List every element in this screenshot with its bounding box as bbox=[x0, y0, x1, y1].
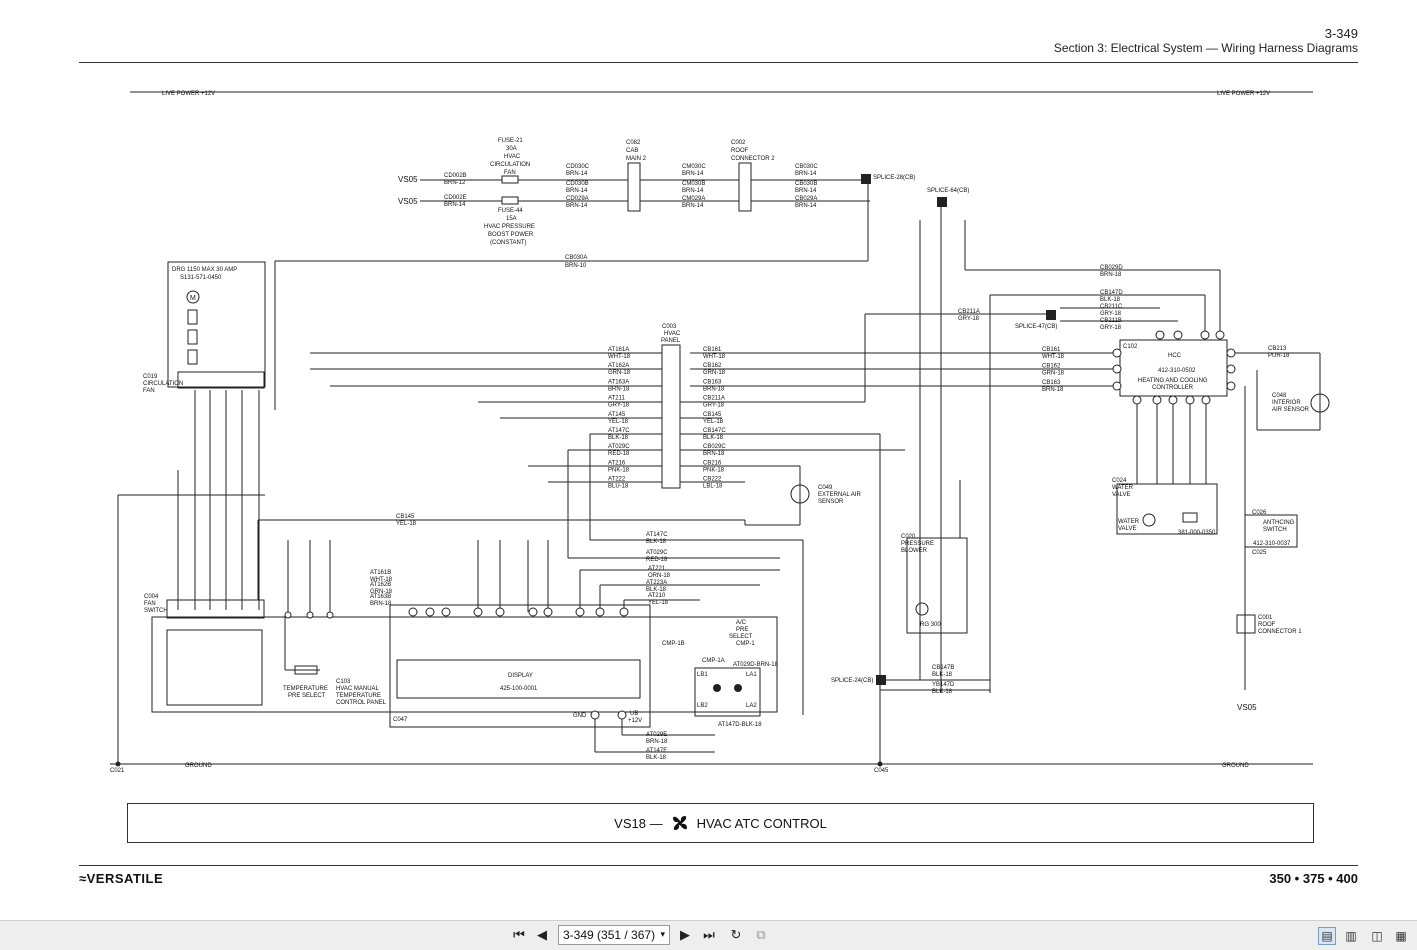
hcc-wire-label: CB163 BRN-18 bbox=[1042, 380, 1064, 393]
c019-label: C019 CIRCULATION FAN bbox=[143, 374, 185, 394]
chevron-down-icon[interactable]: ▾ bbox=[660, 929, 665, 940]
c003-right-wire-label: CB147C BLK-18 bbox=[703, 428, 726, 441]
svg-text:M: M bbox=[190, 295, 196, 302]
first-page-icon[interactable]: ⏮ bbox=[510, 926, 528, 944]
model-numbers: 350 • 375 • 400 bbox=[1269, 871, 1358, 886]
svg-text:C021: C021 bbox=[110, 768, 125, 774]
two-page-continuous-view-icon[interactable]: ▦ bbox=[1392, 927, 1410, 945]
c103-label: C103 HVAC MANUAL TEMPERATURE CONTROL PAN… bbox=[336, 679, 387, 706]
c003-right-wire-label: CB029C BRN-18 bbox=[703, 444, 726, 457]
c001-label: C001 ROOF CONNECTOR 1 bbox=[1258, 615, 1302, 635]
c003-right-wire-label: CB211A GRY-18 bbox=[703, 396, 725, 409]
vs05-top-label: VS05 bbox=[398, 175, 418, 184]
c003-right-wire-label: CB222 LBL-18 bbox=[703, 477, 723, 490]
c003-left-wire-label: AT161A WHT-18 bbox=[608, 347, 631, 360]
fuse21-label: FUSE-21 30A HVAC CIRCULATION FAN bbox=[490, 138, 532, 176]
svg-text:RG 300: RG 300 bbox=[920, 622, 941, 628]
diagram-title-block: VS18 — HVAC ATC CONTROL bbox=[127, 803, 1314, 843]
antifreeze-switch-label: ANTHCING SWITCH 412-310-0037 bbox=[1253, 520, 1296, 547]
logo-mark-icon: ≈ bbox=[79, 871, 87, 886]
c003-right-wire-label: CB216 PNK-18 bbox=[703, 460, 725, 473]
hcc-label: HCC 412-310-0502 HEATING AND COOLING CON… bbox=[1138, 353, 1209, 391]
c003-left-wire-label: AT145 YEL-18 bbox=[608, 412, 629, 425]
c003-left-wire-label: AT211 GRY-18 bbox=[608, 396, 630, 409]
two-page-view-icon[interactable]: ◫ bbox=[1368, 927, 1386, 945]
c003-right-wire-label: CB163 BRN-18 bbox=[703, 379, 725, 392]
single-page-view-icon[interactable]: ▤ bbox=[1318, 927, 1336, 945]
document-page: 3-349 Section 3: Electrical System — Wir… bbox=[0, 0, 1417, 920]
continuous-view-icon[interactable]: ▥ bbox=[1342, 927, 1360, 945]
svg-text:C045: C045 bbox=[874, 768, 889, 774]
previous-page-icon[interactable]: ◀ bbox=[533, 926, 551, 944]
c048-label: C048 INTERIOR AIR SENSOR bbox=[1272, 393, 1310, 413]
diagram-title: HVAC ATC CONTROL bbox=[696, 815, 827, 831]
c003-right-wire-label: CB161 WHT-18 bbox=[703, 347, 726, 360]
c003-right-wire-label: CB145 YEL-18 bbox=[703, 412, 724, 425]
c004-label: C004 FAN SWITCH bbox=[144, 594, 168, 614]
c003-left-wire-label: AT222 BLU-18 bbox=[608, 477, 629, 490]
c003-left-wire-label: AT163A BRN-18 bbox=[608, 379, 630, 392]
c049-label: C049 EXTERNAL AIR SENSOR bbox=[818, 485, 862, 505]
splice28-label: SPLICE-28(CB) bbox=[873, 175, 915, 181]
temp-preselect-label: TEMPERATURE PRE SELECT bbox=[283, 686, 330, 699]
c003-left-wire-label: AT147C BLK-18 bbox=[608, 428, 630, 441]
next-page-icon[interactable]: ▶ bbox=[676, 926, 694, 944]
c024-label: C024 WATER VALVE bbox=[1112, 478, 1135, 498]
display-label: DISPLAY bbox=[508, 673, 533, 679]
vs05-bottom-label: VS05 bbox=[398, 197, 418, 206]
c003-left-wire-label: AT162A GRN-18 bbox=[608, 363, 631, 376]
last-page-icon[interactable]: ⏭ bbox=[700, 926, 718, 944]
diagram-code: VS18 — bbox=[614, 815, 663, 831]
hcc-wire-label: CB161 WHT-18 bbox=[1042, 347, 1065, 360]
vs05-right-label: VS05 bbox=[1237, 703, 1257, 712]
c082-label: C082 CAB MAIN 2 bbox=[626, 140, 647, 162]
wiring-diagram: LIVE POWER +12V LIVE POWER +12V GROUND G… bbox=[110, 91, 1330, 774]
c102-label: C102 bbox=[1123, 344, 1138, 350]
c003-left-wire-label: AT216 PNK-18 bbox=[608, 460, 630, 473]
c003-left-wire-label: AT029C RED-18 bbox=[608, 444, 630, 457]
c003-right-wire-label: CB162 GRN-18 bbox=[703, 363, 726, 376]
viewer-toolbar: ⏮ ◀ 3-349 (351 / 367) ▾ ▶ ⏭ ↻ ⧉ ▤ ▥ ◫ ▦ bbox=[0, 920, 1417, 950]
svg-text:C025: C025 bbox=[1252, 550, 1267, 556]
ground-right-label: GROUND bbox=[1222, 763, 1249, 769]
svg-text:WATER VALVE 381-00: WATER VALVE 381-000-0350 bbox=[1118, 519, 1216, 536]
live-power-right-label: LIVE POWER +12V bbox=[1217, 91, 1270, 97]
ac-preselect-label: A/C PRE SELECT bbox=[729, 620, 753, 640]
footer-rule bbox=[79, 865, 1358, 866]
rotate-page-icon[interactable]: ↻ bbox=[727, 926, 745, 944]
copy-page-icon[interactable]: ⧉ bbox=[752, 926, 770, 944]
hcc-wire-label: CB162 GRN-18 bbox=[1042, 364, 1065, 377]
page-number-field[interactable]: 3-349 (351 / 367) ▾ bbox=[558, 925, 670, 945]
live-power-left-label: LIVE POWER +12V bbox=[162, 91, 215, 97]
svg-text:CB030A BRN-10: CB030A BRN-10 bbox=[565, 255, 589, 269]
c020-label: C020 PRESSURE BLOWER bbox=[901, 534, 936, 554]
svg-text:C026: C026 bbox=[1252, 510, 1267, 516]
fan-icon bbox=[672, 815, 687, 831]
versatile-logo: ≈VERSATILE bbox=[79, 871, 164, 886]
fuse44-label: FUSE-44 15A HVAC PRESSURE BOOST POWER (C… bbox=[484, 208, 537, 246]
display-part: 425-100-0001 bbox=[500, 686, 538, 692]
c003-label: C003 HVAC PANEL bbox=[661, 324, 682, 344]
splice47-label: SPLICE-47(CB) bbox=[1015, 324, 1057, 330]
ground-left-label: GROUND bbox=[185, 763, 212, 769]
splice24-label: SPLICE-24(CB) bbox=[831, 678, 873, 684]
svg-text:C047: C047 bbox=[393, 717, 408, 723]
drg-label: DRG 1150 MAX 30 AMP S131-571-0450 bbox=[172, 267, 239, 281]
splice64-label: SPLICE-64(CB) bbox=[927, 188, 969, 194]
c002-label: C002 ROOF CONNECTOR 2 bbox=[731, 140, 775, 162]
